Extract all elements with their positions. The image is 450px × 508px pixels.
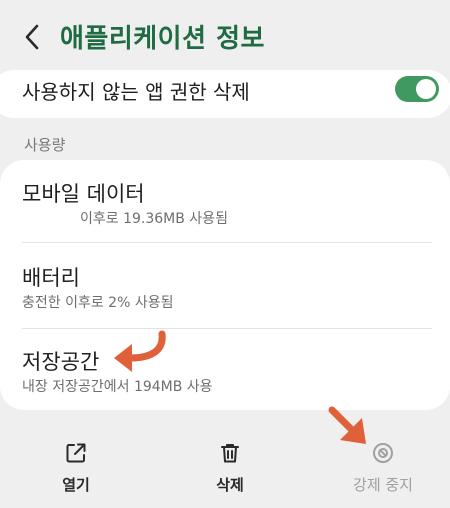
mobile-data-subtitle: 이후로 19.36MB 사용됨 — [80, 211, 228, 227]
open-external-icon — [63, 440, 89, 466]
app-bar: 애플리케이션 정보 — [0, 0, 450, 72]
open-button[interactable]: 열기 — [16, 440, 136, 500]
storage-title: 저장공간 — [22, 350, 100, 374]
usage-section-header: 사용량 — [24, 136, 66, 154]
block-icon — [370, 440, 396, 466]
divider — [22, 328, 432, 329]
unused-permissions-row[interactable]: 사용하지 않는 앱 권한 삭제 — [0, 70, 450, 118]
delete-button[interactable]: 삭제 — [170, 440, 290, 500]
unused-permissions-toggle[interactable] — [395, 76, 439, 102]
mobile-data-title: 모바일 데이터 — [22, 182, 145, 206]
unused-permissions-label: 사용하지 않는 앱 권한 삭제 — [22, 80, 250, 104]
battery-title: 배터리 — [22, 266, 80, 290]
usage-row-storage[interactable]: 저장공간 내장 저장공간에서 194MB 사용 — [0, 330, 450, 410]
usage-row-battery[interactable]: 배터리 충전한 이후로 2% 사용됨 — [0, 244, 450, 328]
unused-permissions-card: 사용하지 않는 앱 권한 삭제 — [0, 70, 450, 118]
battery-subtitle: 충전한 이후로 2% 사용됨 — [22, 295, 174, 311]
delete-button-label: 삭제 — [216, 476, 244, 494]
force-stop-button[interactable]: 강제 중지 — [323, 440, 443, 500]
usage-card: 모바일 데이터 이후로 19.36MB 사용됨 배터리 충전한 이후로 2% 사… — [0, 160, 450, 410]
page-title: 애플리케이션 정보 — [60, 24, 265, 54]
bottom-action-bar: 열기 삭제 강제 중지 — [0, 430, 450, 508]
force-stop-button-label: 강제 중지 — [353, 476, 413, 494]
open-button-label: 열기 — [62, 476, 90, 494]
usage-row-mobile-data[interactable]: 모바일 데이터 이후로 19.36MB 사용됨 — [0, 160, 450, 240]
trash-icon — [217, 440, 243, 466]
divider — [22, 242, 432, 243]
back-button[interactable] — [18, 22, 46, 52]
chevron-left-icon — [25, 24, 39, 50]
toggle-knob — [416, 79, 436, 99]
storage-subtitle: 내장 저장공간에서 194MB 사용 — [22, 379, 213, 395]
